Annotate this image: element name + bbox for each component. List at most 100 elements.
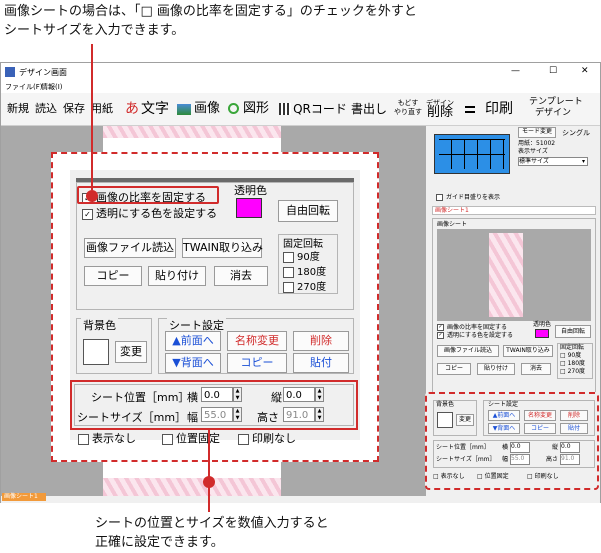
minimize-button[interactable]: — [511, 66, 520, 76]
transparent-checkbox-small[interactable]: ✓ 透明にする色を設定する [437, 332, 513, 340]
width-input-small[interactable]: 55.0 [510, 454, 530, 465]
erase-button-small[interactable]: 消去 [521, 363, 551, 375]
load-button[interactable]: 読込 [33, 97, 59, 121]
maximize-button[interactable]: ☐ [549, 66, 557, 76]
hide-checkbox[interactable]: 表示なし [78, 430, 136, 446]
rot270-checkbox-small[interactable]: □ 270度 [560, 368, 585, 376]
hide-label: 表示なし [92, 432, 136, 445]
rename-button[interactable]: 名称変更 [227, 331, 287, 351]
no-print-label: 印刷なし [252, 432, 296, 445]
transparent-color-setting-label: 透明にする色を設定する [96, 207, 218, 220]
new-button[interactable]: 新規 [5, 97, 31, 121]
copy-button[interactable]: コピー [84, 266, 142, 286]
status-sheet-tab[interactable]: 画像シート1 [2, 493, 46, 501]
width-input[interactable]: 55.0 [201, 407, 233, 422]
bg-color-change-button-small[interactable]: 変更 [456, 414, 474, 426]
rename-button-small[interactable]: 名称変更 [524, 410, 556, 421]
fix-position-checkbox-small[interactable]: □ 位置固定 [477, 473, 509, 481]
checkbox-box [283, 266, 294, 278]
rot90-checkbox[interactable]: 90度 [283, 248, 320, 263]
guide-checkbox[interactable]: ガイド目盛りを表示 [436, 194, 500, 202]
front-button-small[interactable]: ▲前面へ [488, 410, 520, 421]
print-button[interactable]: 印刷 [481, 97, 517, 121]
bottom-caption-line2: 正確に設定できます。 [95, 535, 224, 550]
template-button[interactable]: テンプレート デザイン [529, 97, 583, 121]
bring-front-button[interactable]: ▲前面へ [165, 331, 221, 351]
image-sheet-section-label: 画像シート [437, 221, 468, 228]
checkbox-box [78, 433, 89, 445]
rot180-checkbox[interactable]: 180度 [283, 263, 326, 278]
twain-button[interactable]: TWAIN取り込み [182, 238, 263, 258]
text-button[interactable]: 文字 [141, 97, 169, 121]
y-input-small[interactable]: 0.0 [560, 442, 580, 453]
checkmark-icon: ✓ [437, 332, 444, 339]
sheet-copy-button[interactable]: コピー [227, 353, 287, 373]
transparent-color-swatch-small[interactable] [535, 329, 549, 338]
mode-change-button[interactable]: モード変更 [518, 127, 556, 138]
bg-color-swatch[interactable] [83, 339, 109, 365]
erase-button[interactable]: 消去 [214, 266, 268, 286]
menu-info[interactable]: 情報(I) [41, 82, 63, 92]
delete-button-small[interactable]: 削除 [560, 410, 588, 421]
x-input-small[interactable]: 0.0 [510, 442, 530, 453]
sheet-copy-button-small[interactable]: コピー [524, 423, 556, 434]
transparent-color-swatch[interactable] [236, 198, 262, 218]
status-bar [1, 496, 600, 503]
load-image-file-button[interactable]: 画像ファイル読込 [84, 238, 176, 258]
twain-button-small[interactable]: TWAIN取り込み [503, 345, 553, 357]
fix-position-checkbox[interactable]: 位置固定 [162, 430, 220, 446]
rot90-checkbox-small[interactable]: □ 90度 [560, 352, 581, 360]
no-print-checkbox-small[interactable]: □ 印刷なし [527, 473, 559, 481]
transparent-color-checkbox[interactable]: ✓ 透明にする色を設定する [82, 205, 217, 221]
sheet-tab-bar: 画像シート1 [432, 206, 596, 215]
image-sheet-top-strip[interactable] [103, 126, 281, 138]
no-print-checkbox[interactable]: 印刷なし [238, 430, 296, 446]
spin-up-icon: ▲ [317, 408, 322, 414]
copy-button-small[interactable]: コピー [437, 363, 471, 375]
height-input-small[interactable]: 91.0 [560, 454, 580, 465]
layout-thumbnail[interactable] [434, 134, 510, 174]
x-position-spinner[interactable]: ▲ ▼ [233, 387, 242, 402]
undo-button[interactable]: もどす やり直す [391, 99, 425, 123]
qr-button[interactable]: QRコード [293, 97, 347, 121]
bg-color-change-button[interactable]: 変更 [115, 341, 147, 363]
load-image-button-small[interactable]: 画像ファイル読込 [437, 345, 499, 357]
x-position-input[interactable]: 0.0 [201, 387, 233, 402]
keep-ratio-checkbox-small[interactable]: ✓ 画像の比率を固定する [437, 324, 507, 332]
sheet-paste-button-small[interactable]: 貼付 [560, 423, 588, 434]
sheet-paste-button[interactable]: 貼付 [293, 353, 349, 373]
bg-color-swatch-small[interactable] [437, 412, 453, 428]
shape-button[interactable]: 図形 [241, 97, 271, 121]
display-size-select[interactable]: 標準サイズ ▾ [518, 157, 588, 166]
back-button-small[interactable]: ▼背面へ [488, 423, 520, 434]
spin-down-icon: ▼ [235, 395, 240, 401]
image-icon [177, 104, 191, 115]
free-rotate-button[interactable]: 自由回転 [278, 200, 338, 222]
rot270-checkbox[interactable]: 270度 [283, 278, 326, 293]
delete-sheet-button[interactable]: 削除 [293, 331, 349, 351]
shape-icon [228, 103, 239, 114]
menu-file[interactable]: ファイル(F) [5, 82, 43, 92]
paste-button-small[interactable]: 貼り付け [477, 363, 515, 375]
paste-button[interactable]: 貼り付け [148, 266, 206, 286]
height-input[interactable]: 91.0 [283, 407, 315, 422]
sheet-setting-group: シート設定 ▲前面へ 名称変更 削除 ▼背面へ コピー 貼付 [158, 317, 354, 374]
save-button[interactable]: 保存 [61, 97, 87, 121]
height-spinner[interactable]: ▲ ▼ [315, 407, 324, 422]
image-sheet-bottom-strip[interactable] [103, 478, 281, 496]
delete-design-button[interactable]: 削除 [425, 105, 455, 121]
image-button[interactable]: 画像 [192, 97, 222, 121]
bg-color-label: 背景色 [81, 317, 118, 333]
rot180-checkbox-small[interactable]: □ 180度 [560, 360, 585, 368]
close-button[interactable]: ✕ [581, 66, 589, 76]
free-rotate-button-small[interactable]: 自由回転 [555, 325, 591, 338]
y-position-spinner[interactable]: ▲ ▼ [315, 387, 324, 402]
width-spinner[interactable]: ▲ ▼ [233, 407, 242, 422]
checkbox-box [283, 281, 294, 293]
bg-color-label-small: 背景色 [436, 401, 455, 408]
sheet-tab-image-sheet-1[interactable]: 画像シート1 [435, 207, 469, 215]
hide-checkbox-small[interactable]: □ 表示なし [433, 473, 465, 481]
send-back-button[interactable]: ▼背面へ [165, 353, 221, 373]
export-button[interactable]: 書出し [351, 97, 387, 121]
y-position-input[interactable]: 0.0 [283, 387, 315, 402]
